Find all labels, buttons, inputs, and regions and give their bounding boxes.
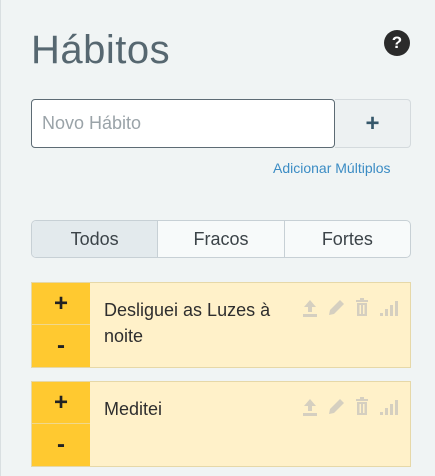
push-to-top-icon[interactable] [300, 297, 320, 319]
edit-pencil-icon[interactable] [326, 297, 346, 319]
push-to-top-icon[interactable] [300, 396, 320, 418]
filter-tabs: Todos Fracos Fortes [31, 220, 411, 258]
page-title: Hábitos [31, 28, 171, 72]
habits-panel: Hábitos ? + Adicionar Múltiplos Todos Fr… [0, 0, 435, 476]
add-habit-button[interactable]: + [335, 99, 411, 148]
tab-todos[interactable]: Todos [32, 221, 158, 257]
habit-item[interactable]: + - Desliguei as Luzes à noite [31, 282, 411, 368]
habit-tools [300, 297, 398, 319]
habit-tools [300, 396, 398, 418]
stats-bars-icon[interactable] [378, 396, 398, 418]
habit-plus-button[interactable]: + [32, 283, 90, 325]
habit-item[interactable]: + - Meditei [31, 381, 411, 467]
habit-plus-button[interactable]: + [32, 382, 90, 424]
new-habit-input[interactable] [31, 99, 335, 148]
tab-fortes[interactable]: Fortes [283, 221, 410, 257]
trash-icon[interactable] [352, 297, 372, 319]
trash-icon[interactable] [352, 396, 372, 418]
edit-pencil-icon[interactable] [326, 396, 346, 418]
habit-text: Desliguei as Luzes à noite [104, 300, 271, 346]
habit-minus-button[interactable]: - [32, 424, 90, 466]
habit-minus-button[interactable]: - [32, 325, 90, 367]
habit-text: Meditei [104, 399, 163, 419]
stats-bars-icon[interactable] [378, 297, 398, 319]
question-circle-icon[interactable]: ? [384, 30, 410, 56]
add-habit-row: + [31, 99, 411, 148]
tab-fracos[interactable]: Fracos [157, 221, 283, 257]
add-multiple-link[interactable]: Adicionar Múltiplos [273, 160, 391, 176]
